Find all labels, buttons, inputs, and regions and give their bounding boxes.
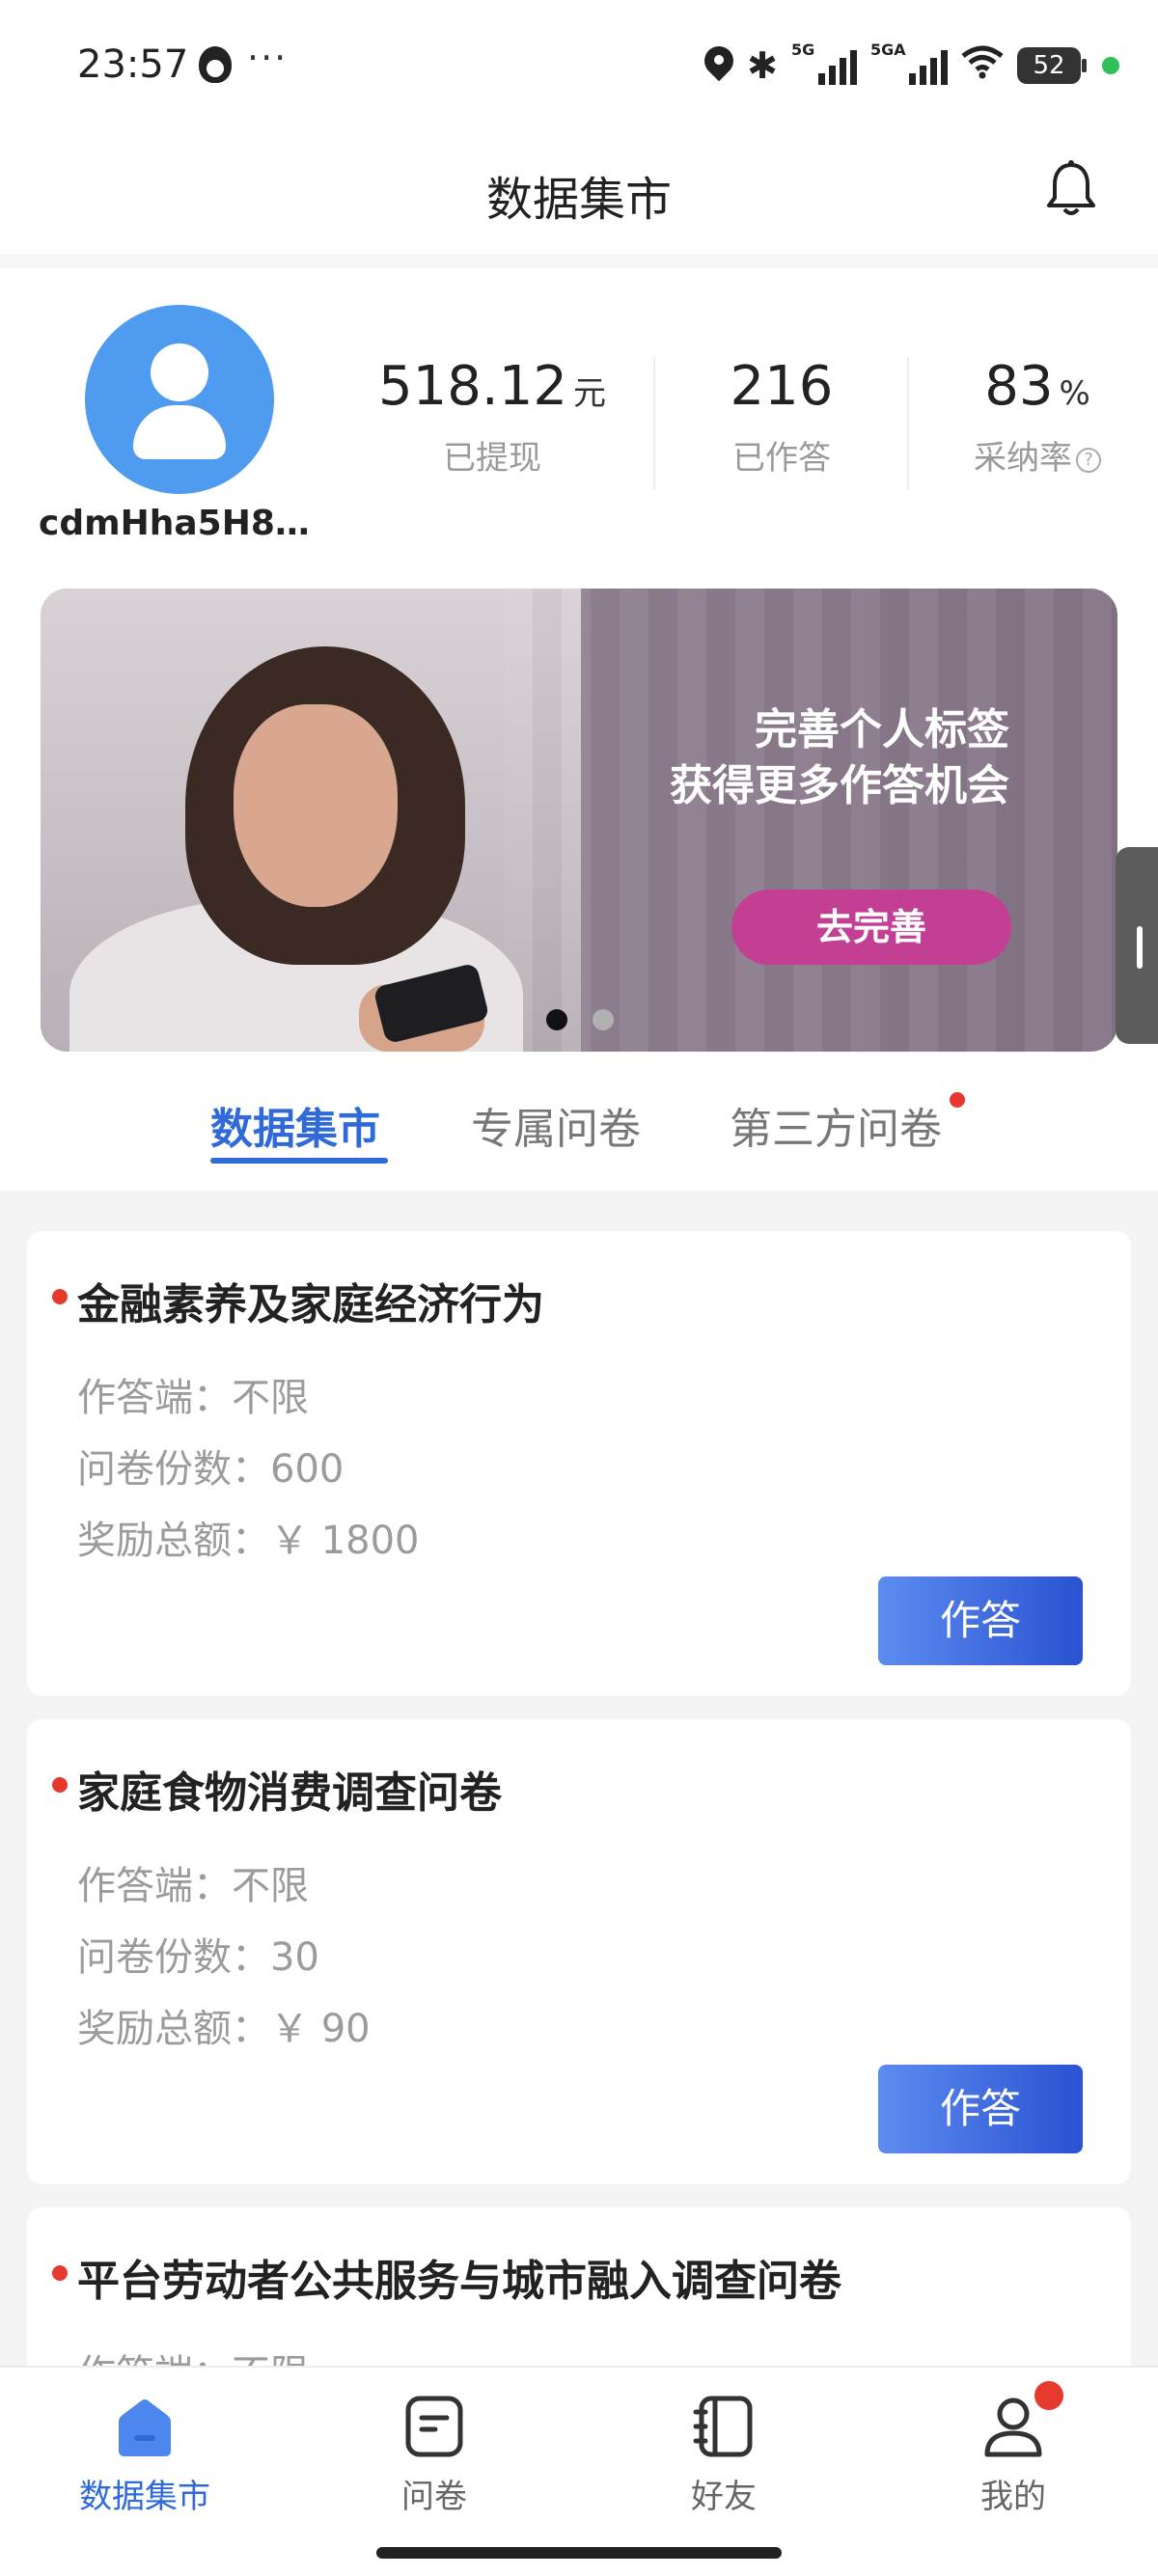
complete-profile-button[interactable]: 去完善	[731, 890, 1011, 965]
survey-title: 平台劳动者公共服务与城市融入调查问卷	[77, 2257, 841, 2306]
carousel-dot-active[interactable]	[546, 1009, 567, 1030]
signal-5ga-icon: 5GA	[870, 41, 948, 85]
bluetooth-icon: ✱	[747, 44, 778, 87]
questionnaire-icon	[402, 2393, 466, 2460]
new-indicator-dot	[52, 1777, 68, 1793]
nav-questionnaire[interactable]: 问卷	[338, 2393, 531, 2517]
avatar[interactable]	[85, 305, 274, 494]
qq-penguin-icon	[199, 46, 232, 83]
new-indicator-dot	[52, 2265, 68, 2281]
banner-text: 完善个人标签 获得更多作答机会	[670, 702, 1009, 814]
survey-card[interactable]: 家庭食物消费调查问卷 作答端：不限 问卷份数：30 奖励总额：￥ 90 作答	[27, 1719, 1131, 2184]
username: cdmHha5H8…	[39, 504, 310, 543]
answer-button[interactable]: 作答	[878, 2065, 1083, 2153]
nav-data-market[interactable]: 数据集市	[48, 2393, 241, 2517]
stat-adoption-rate: 83% 采纳率?	[926, 355, 1148, 479]
survey-copies: 问卷份数：600	[77, 1447, 345, 1492]
survey-list[interactable]: 金融素养及家庭经济行为 作答端：不限 问卷份数：600 奖励总额：￥ 1800 …	[0, 1191, 1158, 2368]
survey-platform: 作答端：不限	[77, 2343, 309, 2368]
stat-answered-value: 216	[730, 355, 834, 418]
home-icon	[113, 2393, 177, 2460]
notification-badge-dot	[1034, 2381, 1063, 2410]
nav-label: 数据集市	[79, 2478, 210, 2516]
home-indicator[interactable]	[376, 2547, 782, 2559]
stat-adoption-unit: %	[1059, 374, 1090, 413]
status-bar: 23:57 ··· ✱ 5G 5GA 52	[0, 0, 1158, 130]
nav-label: 好友	[691, 2478, 757, 2516]
banner-line-1: 完善个人标签	[755, 705, 1009, 754]
tab-badge-dot	[950, 1092, 965, 1108]
wifi-icon	[961, 44, 1004, 88]
status-icons: ✱ 5G 5GA 52	[704, 41, 1119, 91]
nav-label: 问卷	[401, 2478, 467, 2516]
stat-answered: 216 已作答	[676, 355, 888, 479]
tab-third-party-surveys[interactable]: 第三方问卷	[730, 1094, 942, 1156]
status-time: 23:57	[77, 42, 189, 87]
stat-adoption-value: 83	[984, 355, 1054, 418]
survey-card[interactable]: 平台劳动者公共服务与城市融入调查问卷 作答端：不限	[27, 2207, 1131, 2368]
tab-exclusive-surveys[interactable]: 专属问卷	[471, 1094, 641, 1156]
answer-button[interactable]: 作答	[878, 1576, 1083, 1665]
survey-card[interactable]: 金融素养及家庭经济行为 作答端：不限 问卷份数：600 奖励总额：￥ 1800 …	[27, 1231, 1131, 1696]
signal-5g-label: 5G	[791, 41, 815, 59]
friends-book-icon	[692, 2393, 756, 2460]
survey-platform: 作答端：不限	[77, 1864, 309, 1908]
profile-summary: cdmHha5H8… 518.12 元 已提现 216 已作答 83% 采纳率?	[0, 268, 1158, 577]
stat-answered-label: 已作答	[732, 439, 831, 478]
new-indicator-dot	[52, 1289, 68, 1304]
help-question-icon[interactable]: ?	[1076, 447, 1101, 473]
notification-bell-icon[interactable]	[1044, 159, 1098, 219]
stat-withdrawn-unit: 元	[572, 374, 606, 413]
active-indicator-dot	[1102, 57, 1119, 74]
nav-label: 我的	[980, 2478, 1046, 2516]
signal-5g-icon: 5G	[791, 41, 857, 85]
stat-divider	[907, 357, 909, 490]
nav-mine[interactable]: 我的	[917, 2381, 1110, 2517]
page-title: 数据集市	[485, 173, 672, 227]
stat-divider	[653, 357, 655, 490]
survey-copies: 问卷份数：30	[77, 1935, 319, 1980]
tab-data-market[interactable]: 数据集市	[210, 1094, 380, 1156]
banner-line-2: 获得更多作答机会	[670, 761, 1009, 810]
promo-banner[interactable]: 完善个人标签 获得更多作答机会 去完善	[41, 589, 1117, 1052]
signal-5ga-label: 5GA	[870, 41, 906, 59]
nav-friends[interactable]: 好友	[627, 2393, 820, 2517]
carousel-dot[interactable]	[593, 1009, 614, 1030]
survey-reward: 奖励总额：￥ 1800	[77, 1519, 420, 1563]
stat-withdrawn-label: 已提现	[443, 439, 541, 478]
stat-withdrawn: 518.12 元 已提现	[347, 355, 637, 479]
survey-reward: 奖励总额：￥ 90	[77, 2007, 371, 2051]
survey-platform: 作答端：不限	[77, 1376, 309, 1420]
active-tab-indicator	[210, 1158, 388, 1164]
app-header: 数据集市	[0, 130, 1158, 254]
survey-title: 家庭食物消费调查问卷	[77, 1768, 502, 1818]
location-icon	[704, 46, 733, 85]
stat-withdrawn-value: 518.12	[378, 355, 567, 418]
floating-side-handle[interactable]	[1116, 847, 1158, 1044]
bottom-navigation: 数据集市 问卷 好友 我的	[0, 2366, 1158, 2576]
battery-icon: 52	[1017, 47, 1087, 84]
stat-adoption-label: 采纳率	[974, 439, 1072, 478]
survey-title: 金融素养及家庭经济行为	[77, 1280, 544, 1329]
category-tabs: 数据集市 专属问卷 第三方问卷	[0, 1052, 1158, 1191]
more-notifications-icon: ···	[247, 37, 289, 79]
carousel-indicator	[546, 1009, 614, 1030]
